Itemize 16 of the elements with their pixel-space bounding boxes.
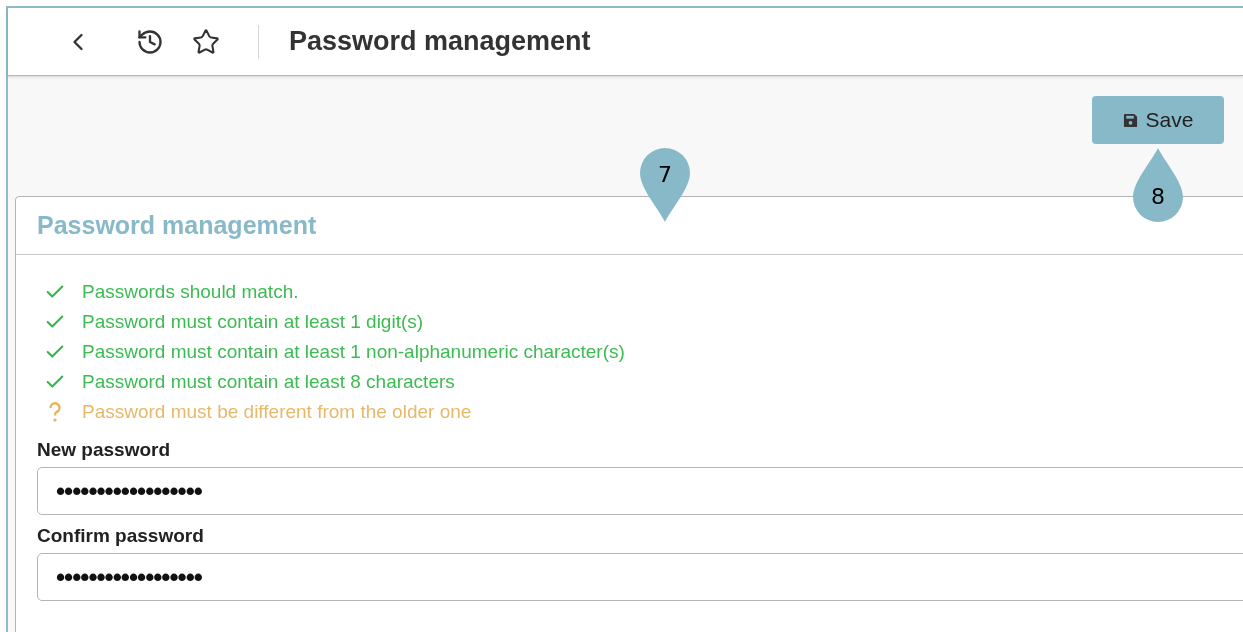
rule-text: Password must contain at least 1 non-alphanumeric character(s) — [82, 339, 625, 364]
rule-text: Password must contain at least 8 characters — [82, 369, 455, 394]
rule-text: Password must contain at least 1 digit(s) — [82, 309, 424, 334]
star-icon[interactable] — [192, 27, 220, 56]
password-field[interactable]: •••••••••••••••••• — [37, 467, 1243, 515]
history-icon[interactable] — [136, 27, 164, 56]
field-label: New password — [37, 438, 172, 462]
field-label: Confirm password — [37, 524, 205, 548]
page-title: Password management — [289, 25, 591, 59]
callout-marker: 7 — [640, 148, 690, 222]
password-field[interactable]: •••••••••••••••••• — [37, 553, 1243, 601]
rule-text: Password must be different from the older one — [82, 399, 472, 424]
save-button[interactable]: Save — [1092, 96, 1224, 144]
callout-marker: 8 — [1133, 148, 1183, 222]
card-title: Password management — [37, 209, 317, 241]
rule-text: Passwords should match. — [82, 279, 299, 304]
